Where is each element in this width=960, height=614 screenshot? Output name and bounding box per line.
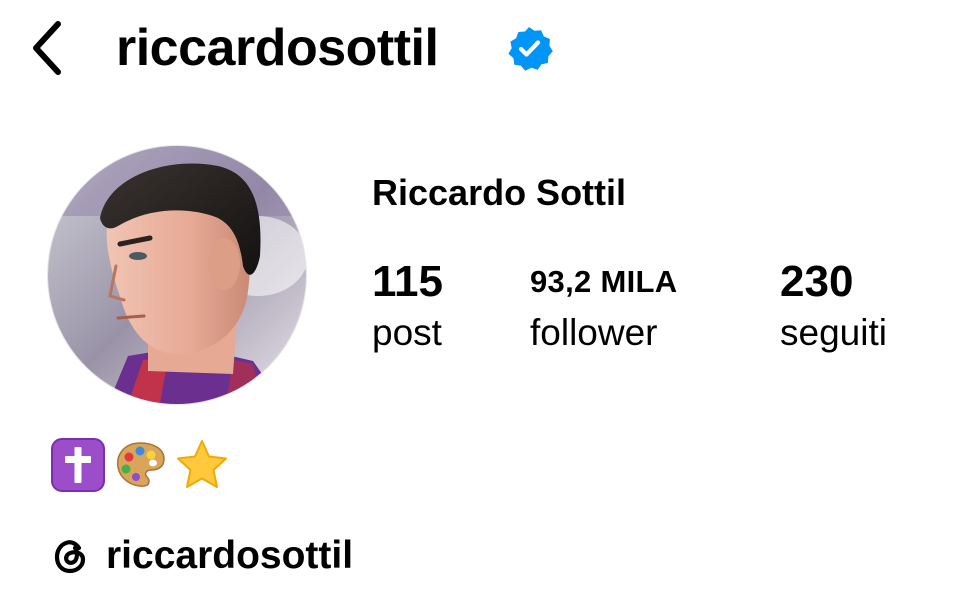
page-title: riccardosottil — [116, 19, 439, 77]
chevron-left-icon — [33, 21, 61, 75]
posts-count: 115 — [372, 257, 443, 306]
followers-label: follower — [530, 312, 658, 353]
back-button[interactable] — [22, 18, 74, 78]
profile-photo — [48, 146, 306, 404]
followers-stat[interactable]: 93,2 MILA follower — [530, 256, 677, 356]
bio — [50, 436, 230, 494]
artist-palette-emoji — [116, 442, 165, 487]
threads-handle: riccardosottil — [106, 534, 354, 577]
avatar[interactable] — [48, 146, 306, 404]
following-stat[interactable]: 230 seguiti — [780, 256, 887, 356]
followers-count: 93,2 MILA — [530, 264, 678, 299]
posts-stat[interactable]: 115 post — [372, 256, 443, 356]
following-label: seguiti — [780, 312, 887, 353]
profile-full-name: Riccardo Sottil — [372, 172, 627, 213]
profile-page: riccardosottil Riccardo Sottil 115 post … — [0, 0, 960, 614]
threads-link[interactable]: riccardosottil — [50, 530, 353, 582]
latin-cross-emoji — [51, 438, 105, 492]
verified-badge-icon — [508, 27, 553, 71]
threads-icon — [54, 540, 86, 574]
star-emoji — [177, 440, 227, 488]
posts-label: post — [372, 312, 442, 353]
following-count: 230 — [780, 257, 854, 306]
